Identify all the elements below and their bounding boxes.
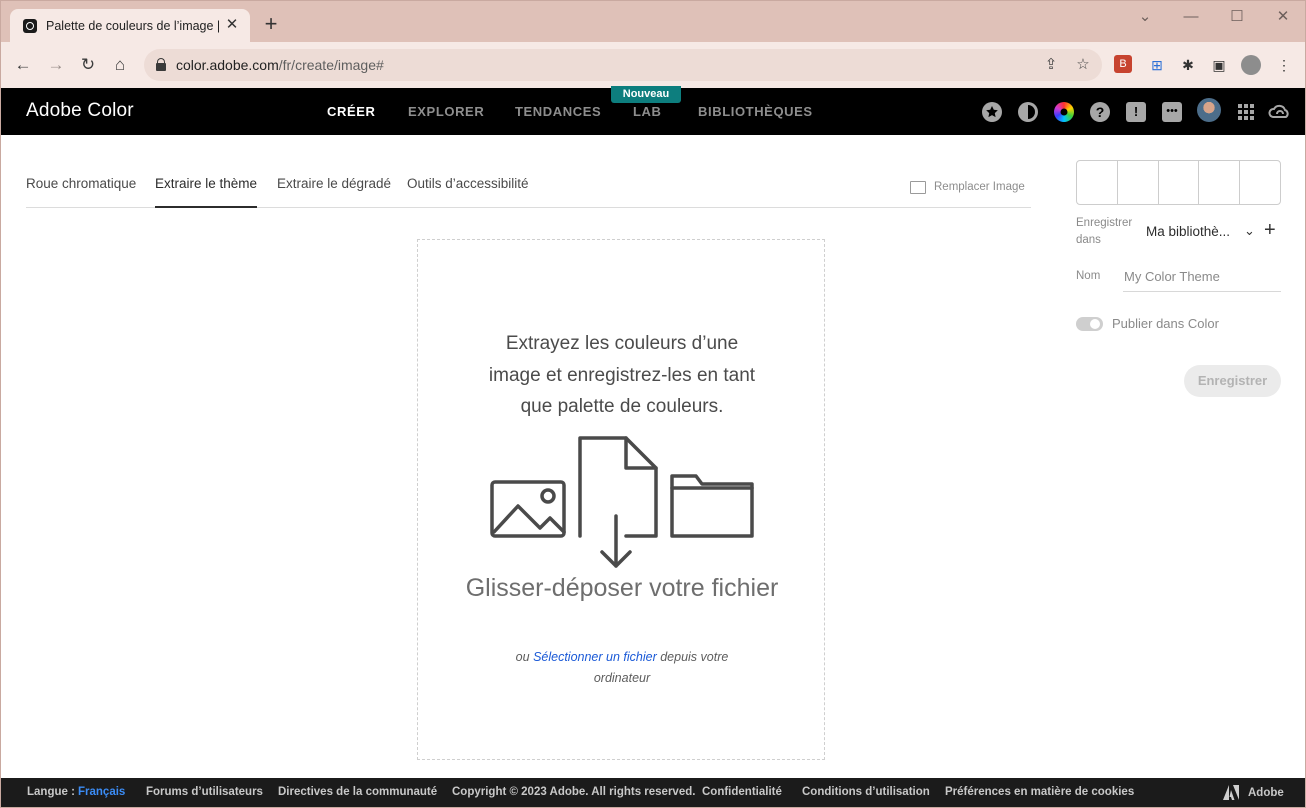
color-wheel-icon[interactable] [1054, 102, 1074, 122]
toolbar: ← → ↻ ⌂ color.adobe.com/fr/create/image#… [1, 42, 1305, 88]
footer-link-privacy[interactable]: Confidentialité [702, 786, 782, 798]
url-domain: color.adobe.com [176, 57, 279, 73]
color-swatches [1076, 160, 1281, 205]
feedback-icon[interactable]: ! [1126, 102, 1146, 122]
drop-intro-text: Extrayez les couleurs d’une image et enr… [488, 333, 756, 417]
drop-subtext: ou Sélectionner un fichier depuis votre … [498, 647, 746, 689]
drag-drop-title: Glisser-déposer votre fichier [465, 574, 779, 602]
lock-icon [156, 58, 166, 71]
brand-logo[interactable]: Adobe Color [26, 100, 134, 122]
chevron-down-icon[interactable]: ⌄ [1244, 223, 1255, 239]
library-select[interactable]: Ma bibliothè... [1146, 224, 1230, 239]
forward-button[interactable]: → [43, 52, 69, 78]
save-button[interactable]: Enregistrer [1184, 365, 1281, 397]
file-drop-zone[interactable]: Extrayez les couleurs d’une image et enr… [417, 239, 825, 760]
side-panel-icon[interactable]: ▣ [1209, 55, 1229, 75]
nav-libraries[interactable]: BIBLIOTHÈQUES [698, 104, 813, 119]
tab-extract-gradient[interactable]: Extraire le dégradé [277, 176, 391, 208]
illustration-image-icon [490, 480, 566, 538]
nav-create[interactable]: CRÉER [327, 104, 376, 119]
address-bar[interactable]: color.adobe.com/fr/create/image# ⇪ ☆ [144, 49, 1102, 81]
bookmark-star-icon[interactable]: ☆ [1073, 55, 1093, 75]
footer: Langue : Français Forums d’utilisateurs … [1, 778, 1305, 807]
title-bar: Palette de couleurs de l’image | A ✕ + ⌄… [1, 1, 1305, 42]
create-tabs: Roue chromatique Extraire le thème Extra… [26, 161, 1031, 208]
user-avatar[interactable] [1197, 98, 1221, 122]
swatch-4[interactable] [1199, 161, 1241, 204]
adobe-logo-icon [1223, 785, 1239, 800]
tab-title: Palette de couleurs de l’image | A [46, 19, 221, 33]
nav-explore[interactable]: EXPLORER [408, 104, 484, 119]
browser-window: Palette de couleurs de l’image | A ✕ + ⌄… [0, 0, 1306, 808]
save-in-label: Enregistrer dans [1076, 217, 1133, 246]
publish-toggle[interactable] [1076, 317, 1103, 331]
footer-link-cookies[interactable]: Préférences en matière de cookies [945, 786, 1134, 798]
illustration-folder-icon [670, 474, 754, 538]
new-badge: Nouveau [611, 86, 681, 103]
nav-trends[interactable]: TENDANCES [515, 104, 601, 119]
upload-illustration-icon [490, 436, 754, 568]
footer-link-guidelines[interactable]: Directives de la communauté [278, 786, 437, 798]
footer-copyright: Copyright © 2023 Adobe. All rights reser… [452, 786, 696, 798]
tab-search-icon[interactable]: ⌄ [1133, 7, 1157, 27]
apps-grid-icon[interactable] [1236, 102, 1256, 122]
tab-extract-theme[interactable]: Extraire le thème [155, 176, 258, 208]
menu-dots-icon[interactable]: ⋮ [1274, 55, 1294, 75]
name-label: Nom [1076, 270, 1101, 282]
share-icon[interactable]: ⇪ [1041, 55, 1061, 75]
footer-link-forums[interactable]: Forums d’utilisateurs [146, 786, 263, 798]
nav-lab[interactable]: LAB [633, 104, 662, 119]
or-text: ou [515, 650, 534, 664]
swatch-5[interactable] [1240, 161, 1280, 204]
reload-button[interactable]: ↻ [75, 52, 101, 78]
help-icon[interactable]: ? [1090, 102, 1110, 122]
adobe-color-favicon-icon [23, 19, 37, 33]
minimize-button[interactable]: — [1179, 7, 1203, 27]
new-tab-button[interactable]: + [259, 13, 283, 37]
app-header: Adobe Color CRÉER EXPLORER TENDANCES Nou… [1, 86, 1305, 135]
url-path: /fr/create/image# [278, 57, 384, 73]
language-label: Langue : [27, 786, 75, 798]
creative-cloud-icon[interactable] [1268, 102, 1292, 122]
illustration-document-icon [578, 436, 658, 538]
extension-add-icon[interactable]: ⊞ [1147, 55, 1167, 75]
publish-label: Publier dans Color [1112, 316, 1219, 331]
swatch-3[interactable] [1159, 161, 1200, 204]
add-library-button[interactable]: + [1264, 219, 1276, 242]
swatch-2[interactable] [1118, 161, 1159, 204]
back-button[interactable]: ← [10, 52, 36, 78]
close-tab-icon[interactable]: ✕ [222, 15, 242, 35]
language-selector[interactable]: Français [78, 786, 125, 798]
tab-color-wheel[interactable]: Roue chromatique [26, 176, 136, 208]
theme-name-input[interactable] [1123, 262, 1281, 292]
url-text: color.adobe.com/fr/create/image# [176, 57, 384, 73]
extension-red-icon[interactable]: B [1114, 55, 1132, 73]
tab-accessibility-tools[interactable]: Outils d’accessibilité [407, 176, 529, 208]
swatch-1[interactable] [1077, 161, 1118, 204]
select-file-link[interactable]: Sélectionner un fichier [533, 650, 657, 664]
replace-image-label: Remplacer Image [934, 181, 1025, 193]
close-window-button[interactable]: ✕ [1271, 7, 1295, 27]
favorites-star-icon[interactable] [982, 102, 1002, 122]
profile-avatar[interactable] [1241, 55, 1261, 75]
extensions-puzzle-icon[interactable]: ✱ [1178, 55, 1198, 75]
maximize-button[interactable]: ☐ [1225, 7, 1249, 27]
dark-mode-icon[interactable] [1018, 102, 1038, 122]
browser-tab[interactable]: Palette de couleurs de l’image | A ✕ [10, 9, 250, 42]
footer-link-terms[interactable]: Conditions d’utilisation [802, 786, 930, 798]
adobe-wordmark: Adobe [1248, 787, 1284, 799]
chat-icon[interactable]: ••• [1162, 102, 1182, 122]
image-icon [910, 181, 926, 194]
home-button[interactable]: ⌂ [107, 52, 133, 78]
